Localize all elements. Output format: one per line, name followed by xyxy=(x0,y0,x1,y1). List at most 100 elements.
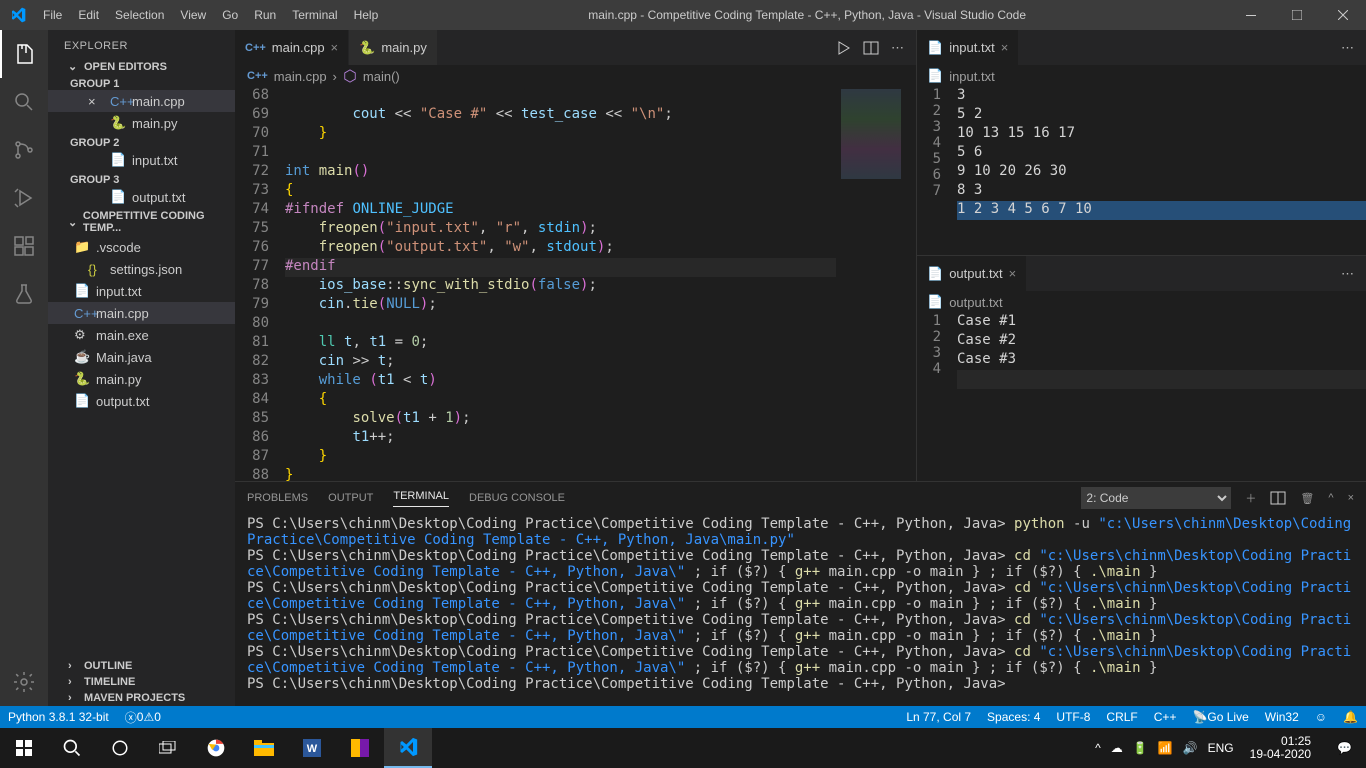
panel-tab-problems[interactable]: PROBLEMS xyxy=(247,492,308,504)
tray-chevron-icon[interactable]: ^ xyxy=(1095,741,1101,755)
open-editor-mainpy[interactable]: 🐍 main.py xyxy=(48,112,235,134)
tree-outputtxt[interactable]: 📄output.txt xyxy=(48,390,235,412)
tree-settings[interactable]: {}settings.json xyxy=(48,258,235,280)
close-icon[interactable]: × xyxy=(1009,266,1017,281)
panel-tab-output[interactable]: OUTPUT xyxy=(328,492,373,504)
split-terminal-icon[interactable] xyxy=(1270,490,1286,506)
timeline-header[interactable]: ›TIMELINE xyxy=(48,674,235,690)
input-editor[interactable]: 1234567 35 210 13 15 16 175 69 10 20 26 … xyxy=(917,87,1366,255)
breadcrumb-input[interactable]: 📄input.txt xyxy=(917,65,1366,87)
panel: PROBLEMS OUTPUT TERMINAL DEBUG CONSOLE 2… xyxy=(235,481,1366,706)
status-python[interactable]: Python 3.8.1 32-bit xyxy=(0,706,117,728)
taskbar-vscode-icon[interactable] xyxy=(384,728,432,768)
split-editor-icon[interactable] xyxy=(863,40,879,56)
tray-wifi-icon[interactable]: 📶 xyxy=(1158,741,1173,755)
menu-selection[interactable]: Selection xyxy=(107,0,172,30)
activity-search-icon[interactable] xyxy=(0,78,48,126)
status-bell-icon[interactable]: 🔔 xyxy=(1335,706,1366,728)
menu-file[interactable]: File xyxy=(35,0,70,30)
taskbar-taskview-icon[interactable] xyxy=(144,728,192,768)
tab-mainpy[interactable]: 🐍 main.py xyxy=(349,30,438,65)
tray-notifications-icon[interactable]: 💬 xyxy=(1327,741,1362,755)
terminal[interactable]: PS C:\Users\chinm\Desktop\Coding Practic… xyxy=(235,514,1366,706)
more-icon[interactable]: ⋯ xyxy=(891,40,904,56)
tray-battery-icon[interactable]: 🔋 xyxy=(1133,741,1148,755)
tab-inputtxt[interactable]: 📄 input.txt × xyxy=(917,30,1019,65)
menu-terminal[interactable]: Terminal xyxy=(284,0,345,30)
status-win32[interactable]: Win32 xyxy=(1257,706,1307,728)
minimize-button[interactable] xyxy=(1228,0,1274,30)
close-panel-icon[interactable]: × xyxy=(1348,492,1354,504)
status-eol[interactable]: CRLF xyxy=(1098,706,1145,728)
more-icon[interactable]: ⋯ xyxy=(1341,40,1354,56)
close-icon[interactable]: × xyxy=(331,40,339,55)
close-icon[interactable]: × xyxy=(88,94,104,109)
menu-view[interactable]: View xyxy=(172,0,214,30)
panel-tab-debug[interactable]: DEBUG CONSOLE xyxy=(469,492,565,504)
open-editor-inputtxt[interactable]: 📄 input.txt xyxy=(48,149,235,171)
activity-test-icon[interactable] xyxy=(0,270,48,318)
run-icon[interactable] xyxy=(835,40,851,56)
tree-mainexe[interactable]: ⚙main.exe xyxy=(48,324,235,346)
output-editor[interactable]: 1234 Case #1Case #2Case #3 xyxy=(917,313,1366,481)
activity-debug-icon[interactable] xyxy=(0,174,48,222)
menu-go[interactable]: Go xyxy=(214,0,246,30)
taskbar-clock[interactable]: 01:25 19-04-2020 xyxy=(1242,735,1319,761)
start-button[interactable] xyxy=(0,728,48,768)
java-file-icon: ☕ xyxy=(74,349,90,365)
activity-scm-icon[interactable] xyxy=(0,126,48,174)
menu-edit[interactable]: Edit xyxy=(70,0,107,30)
tree-mainjava[interactable]: ☕Main.java xyxy=(48,346,235,368)
taskbar-app-icon[interactable] xyxy=(336,728,384,768)
maven-header[interactable]: ›MAVEN PROJECTS xyxy=(48,690,235,706)
status-lncol[interactable]: Ln 77, Col 7 xyxy=(898,706,979,728)
tray-volume-icon[interactable]: 🔊 xyxy=(1183,741,1198,755)
more-icon[interactable]: ⋯ xyxy=(1341,266,1354,282)
taskbar-search-icon[interactable] xyxy=(48,728,96,768)
taskbar-cortana-icon[interactable] xyxy=(96,728,144,768)
status-encoding[interactable]: UTF-8 xyxy=(1048,706,1098,728)
new-terminal-icon[interactable]: ＋ xyxy=(1245,490,1256,506)
text-file-icon: 📄 xyxy=(74,283,90,299)
tray-onedrive-icon[interactable]: ☁ xyxy=(1111,741,1123,755)
tree-inputtxt[interactable]: 📄input.txt xyxy=(48,280,235,302)
taskbar-word-icon[interactable]: W xyxy=(288,728,336,768)
tree-maincpp[interactable]: C++main.cpp xyxy=(48,302,235,324)
open-editors-header[interactable]: ⌄OPEN EDITORS xyxy=(48,58,235,75)
text-file-icon: 📄 xyxy=(927,68,943,84)
activity-explorer-icon[interactable] xyxy=(0,30,48,78)
minimap[interactable] xyxy=(836,87,916,481)
tray-language[interactable]: ENG xyxy=(1208,741,1234,755)
status-spaces[interactable]: Spaces: 4 xyxy=(979,706,1048,728)
panel-tab-terminal[interactable]: TERMINAL xyxy=(393,490,449,507)
terminal-selector[interactable]: 2: Code xyxy=(1081,487,1231,509)
tab-maincpp[interactable]: C++ main.cpp × xyxy=(235,30,349,65)
tab-outputtxt[interactable]: 📄 output.txt × xyxy=(917,256,1027,291)
tree-mainpy[interactable]: 🐍main.py xyxy=(48,368,235,390)
status-golive[interactable]: 📡 Go Live xyxy=(1184,706,1256,728)
activity-settings-icon[interactable] xyxy=(0,658,48,706)
kill-terminal-icon[interactable]: 🗑 xyxy=(1300,492,1314,505)
menu-run[interactable]: Run xyxy=(246,0,284,30)
breadcrumb[interactable]: C++ main.cpp › main() xyxy=(235,65,916,87)
activity-extensions-icon[interactable] xyxy=(0,222,48,270)
outline-header[interactable]: ›OUTLINE xyxy=(48,658,235,674)
status-lang[interactable]: C++ xyxy=(1146,706,1185,728)
close-icon[interactable]: × xyxy=(1001,40,1009,55)
breadcrumb-output[interactable]: 📄output.txt xyxy=(917,291,1366,313)
text-file-icon: 📄 xyxy=(927,294,943,310)
maximize-button[interactable] xyxy=(1274,0,1320,30)
windows-taskbar: W ^ ☁ 🔋 📶 🔊 ENG 01:25 19-04-2020 💬 xyxy=(0,728,1366,768)
taskbar-chrome-icon[interactable] xyxy=(192,728,240,768)
close-button[interactable] xyxy=(1320,0,1366,30)
tree-vscode[interactable]: 📁.vscode xyxy=(48,236,235,258)
menu-help[interactable]: Help xyxy=(346,0,387,30)
open-editor-maincpp[interactable]: × C++ main.cpp xyxy=(48,90,235,112)
folder-header[interactable]: ⌄COMPETITIVE CODING TEMP... xyxy=(48,208,235,236)
status-feedback-icon[interactable]: ☺ xyxy=(1307,706,1335,728)
code-editor[interactable]: 6869707172737475767778798081828384858687… xyxy=(235,87,916,481)
maximize-panel-icon[interactable]: ^ xyxy=(1328,492,1333,504)
status-errors[interactable]: ⓧ 0 ⚠ 0 xyxy=(117,706,169,728)
open-editor-outputtxt[interactable]: 📄 output.txt xyxy=(48,186,235,208)
taskbar-explorer-icon[interactable] xyxy=(240,728,288,768)
